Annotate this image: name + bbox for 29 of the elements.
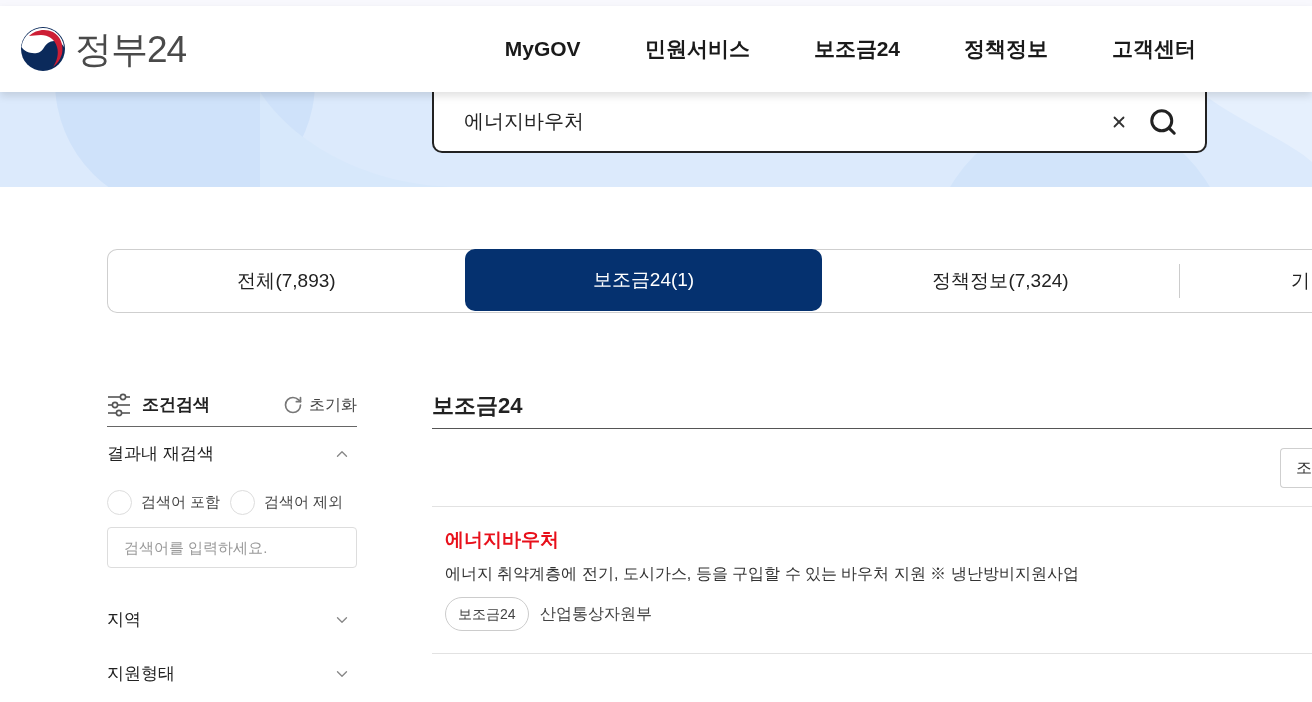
nav-link[interactable]: 보조금24 (813, 33, 900, 65)
category-tab[interactable]: 보조금24(1) (465, 249, 822, 311)
category-tab[interactable]: 전체(7,893) (108, 250, 465, 312)
nav-link[interactable]: 고객센터 (1112, 33, 1196, 65)
filter-title: 조건검색 (142, 393, 210, 416)
category-tab[interactable]: 정책정보(7,324) (822, 250, 1179, 312)
dropdown-button[interactable]: 조 (1280, 447, 1312, 488)
filter-section-header[interactable]: 지역 (107, 605, 357, 635)
site-logo[interactable]: 정부24 (21, 27, 187, 71)
refresh-icon (283, 394, 303, 415)
filter-section-header[interactable]: 결과내 재검색 (107, 427, 357, 481)
agency-name: 산업통상자원부 (539, 604, 652, 624)
sliders-icon (107, 392, 131, 417)
result-title-link[interactable]: 에너지바우처 (445, 527, 1312, 553)
radio-option[interactable]: 검색어 포함 (107, 490, 221, 515)
nav-link[interactable]: MyGOV (504, 33, 581, 65)
search-button[interactable] (1147, 106, 1179, 138)
search-input[interactable]: 에너지바우처 (432, 92, 1207, 153)
search-icon (1148, 107, 1178, 137)
results-heading: 보조금24 (432, 392, 523, 420)
nav-link[interactable]: 정책정보 (964, 33, 1048, 65)
emblem-icon (21, 27, 65, 71)
search-within-input[interactable]: 검색어를 입력하세요. (107, 527, 357, 568)
reset-button[interactable]: 초기화 (283, 392, 357, 417)
result-description: 에너지 취약계층에 전기, 도시가스, 등을 구입할 수 있는 바우처 지원 ※ 냉난방비지원사업 (445, 564, 1080, 584)
filter-section-header[interactable]: 지원형태 (107, 659, 357, 689)
category-tab[interactable]: 기 (1180, 250, 1312, 312)
nav-link[interactable]: 민원서비스 (644, 33, 750, 65)
radio-option[interactable]: 검색어 제외 (230, 490, 344, 515)
